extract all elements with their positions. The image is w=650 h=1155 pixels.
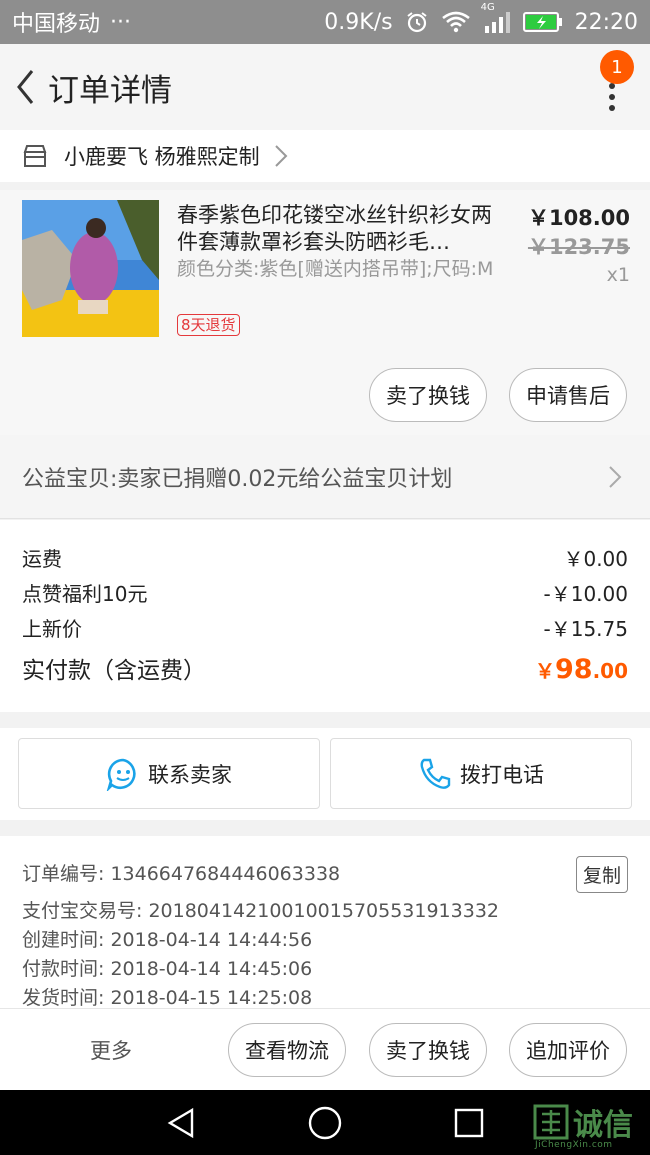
quantity: x1 [606,264,630,286]
order-info: 订单编号: 1346647684446063338 支付宝交易号: 201804… [0,836,650,1008]
cost-label: 点赞福利10元 [22,582,148,606]
after-sales-button[interactable]: 申请售后 [509,368,627,422]
total-paid-row: 实付款（含运费） ￥98.00 [22,651,628,685]
wifi-icon [441,11,471,33]
product-image[interactable] [22,200,159,337]
product-spec: 颜色分类:紫色[赠送内搭吊带];尺码:M [177,258,494,280]
more-button[interactable]: 更多 [90,1035,132,1065]
resell-button[interactable]: 卖了换钱 [369,368,487,422]
signal-icon: 4G [481,2,511,34]
page-title: 订单详情 [48,72,172,109]
chevron-right-icon [608,465,622,493]
currency-symbol: ￥ [534,659,555,683]
watermark-text: 诚信 [573,1108,633,1143]
call-label: 拨打电话 [460,762,544,787]
view-logistics-button[interactable]: 查看物流 [228,1023,346,1077]
nav-bar: 订单详情 1 [0,44,650,130]
created-time: 创建时间: 2018-04-14 14:44:56 [22,929,313,951]
cost-row-discount: 点赞福利10元 -￥10.00 [22,577,628,612]
shop-name: 小鹿要飞 杨雅熙定制 [64,145,260,169]
bottom-action-bar: 更多 查看物流 卖了换钱 追加评价 [0,1008,650,1090]
add-review-button[interactable]: 追加评价 [509,1023,627,1077]
charity-row[interactable]: 公益宝贝:卖家已捐赠0.02元给公益宝贝计划 [0,435,650,519]
alipay-number: 支付宝交易号: 20180414210010015705531913332 [22,900,500,922]
nav-back-icon[interactable] [164,1106,198,1140]
cost-row-new-price: 上新价 -￥15.75 [22,612,628,647]
network-speed: 0.9K/s [324,9,393,35]
shop-row[interactable]: 小鹿要飞 杨雅熙定制 [0,130,650,182]
product-title[interactable]: 春季紫色印花镂空冰丝针织衫女两件套薄款罩衫套头防晒衫毛… [177,202,497,256]
cost-value: ￥0.00 [563,547,628,571]
charity-text: 公益宝贝:卖家已捐赠0.02元给公益宝贝计划 [22,466,453,492]
watermark: 诚信 [533,1100,633,1144]
status-dots: ··· [110,9,131,35]
network-type: 4G [480,2,495,13]
price-current: ￥108.00 [527,206,630,230]
return-policy-badge: 8天退货 [177,314,240,336]
contact-section: 联系卖家 拨打电话 [0,728,650,820]
order-item[interactable]: 春季紫色印花镂空冰丝针织衫女两件套薄款罩衫套头防晒衫毛… 颜色分类:紫色[赠送内… [0,190,650,435]
chevron-right-icon [274,144,288,168]
cost-row-shipping: 运费 ￥0.00 [22,542,628,577]
total-paid-label: 实付款（含运费） [22,658,206,684]
order-number: 订单编号: 1346647684446063338 [22,863,341,885]
cost-label: 运费 [22,547,62,571]
status-bar: 中国移动 ··· 0.9K/s 4G 22:20 [0,0,650,44]
cost-label: 上新价 [22,617,82,641]
chat-icon [106,758,136,791]
nav-home-icon[interactable] [307,1105,343,1141]
watermark-site: JiChengXin.com [535,1140,613,1150]
phone-icon [420,758,451,789]
cost-summary: 运费 ￥0.00 点赞福利10元 -￥10.00 上新价 -￥15.75 实付款… [0,520,650,712]
chevron-left-icon [17,70,34,104]
total-paid-value: ￥98.00 [535,654,628,685]
price-original: ￥123.75 [527,235,630,259]
nav-recents-icon[interactable] [453,1107,485,1139]
carrier-label: 中国移动 [12,12,101,37]
call-button[interactable]: 拨打电话 [330,738,632,809]
back-button[interactable] [4,44,48,130]
cost-value: -￥15.75 [543,617,628,641]
shipped-time: 发货时间: 2018-04-15 14:25:08 [22,987,313,1008]
copy-button[interactable]: 复制 [575,856,628,893]
cost-value: -￥10.00 [543,582,628,606]
clock: 22:20 [574,9,638,35]
contact-seller-button[interactable]: 联系卖家 [18,738,320,809]
more-vertical-icon [609,83,615,111]
total-decimal: .00 [592,659,628,683]
total-integer: 98 [554,654,593,685]
paid-time: 付款时间: 2018-04-14 14:45:06 [22,958,313,980]
store-icon [23,145,47,167]
watermark-logo [533,1104,569,1140]
notification-badge: 1 [600,50,634,84]
battery-icon [522,11,563,33]
contact-seller-label: 联系卖家 [148,762,232,787]
resell-button[interactable]: 卖了换钱 [369,1023,487,1077]
alarm-icon [405,10,429,34]
